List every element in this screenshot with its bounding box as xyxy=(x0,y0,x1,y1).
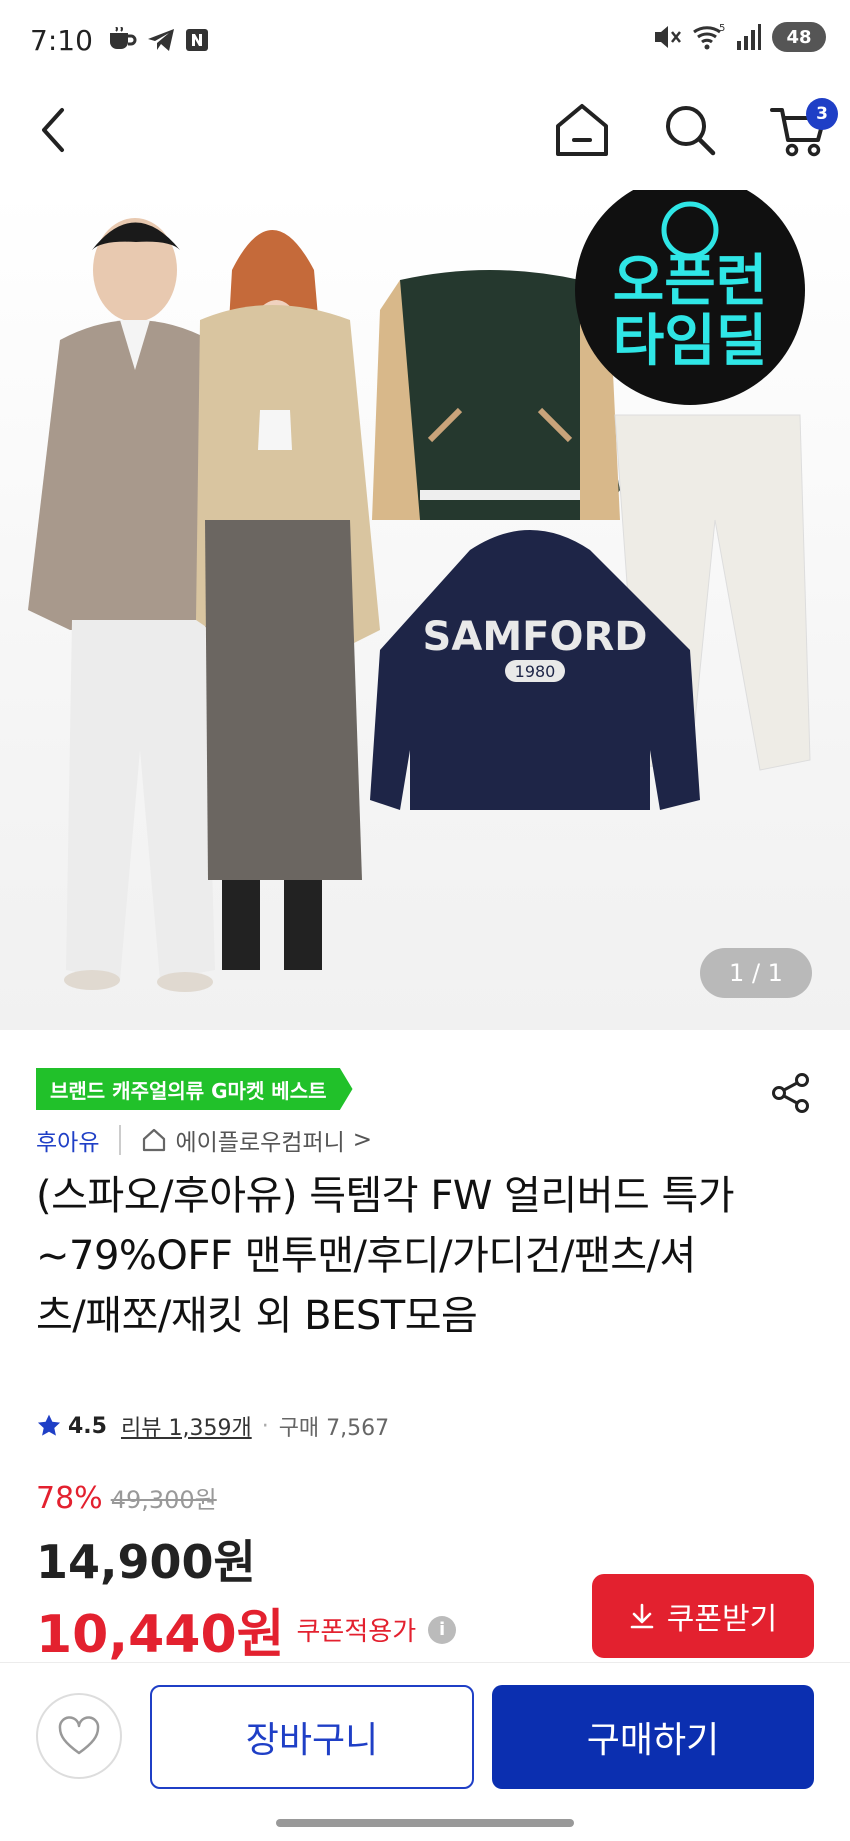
download-icon xyxy=(630,1603,654,1629)
wifi-icon: 5 xyxy=(692,22,726,52)
info-icon[interactable]: i xyxy=(428,1615,457,1644)
hoodie-print-text: SAMFORD xyxy=(423,614,648,660)
home-indicator[interactable] xyxy=(276,1819,574,1827)
chevron-right-icon: > xyxy=(352,1127,373,1153)
home-button[interactable] xyxy=(550,98,614,162)
brand-link[interactable]: 후아유 xyxy=(36,1123,99,1157)
brand-row: 후아유 에이플로우컴퍼니 > xyxy=(36,1120,372,1160)
sale-price: 14,900원 xyxy=(36,1535,256,1589)
battery-indicator: 48 xyxy=(772,22,826,52)
product-title: (스파오/후아유) 득템각 FW 얼리버드 특가 ~79%OFF 맨투맨/후디/… xyxy=(36,1173,735,1339)
share-icon xyxy=(772,1073,809,1113)
wishlist-button[interactable] xyxy=(36,1693,122,1779)
cart-count-badge: 3 xyxy=(806,98,838,130)
product-image[interactable]: 오픈런 타임딜 SAMFORD 1980 1 / 1 xyxy=(0,190,850,1030)
rating-score: 4.5 xyxy=(68,1413,107,1439)
bottom-action-bar: 장바구니 구매하기 xyxy=(0,1662,850,1802)
search-icon xyxy=(666,106,716,156)
home-icon xyxy=(556,104,608,156)
original-price: 49,300원 xyxy=(110,1486,217,1514)
mute-icon xyxy=(652,22,682,52)
telegram-icon xyxy=(147,28,175,52)
brand-divider xyxy=(119,1125,122,1155)
signal-icon xyxy=(736,23,762,51)
status-time: 7:10 xyxy=(30,23,93,57)
status-system-icons: 5 48 xyxy=(652,22,826,52)
status-notification-icons xyxy=(107,27,209,53)
coupon-price: 10,440원 xyxy=(36,1605,285,1665)
image-page-indicator: 1 / 1 xyxy=(700,948,812,998)
top-nav: 3 xyxy=(0,90,850,170)
buy-now-button[interactable]: 구매하기 xyxy=(492,1685,814,1789)
store-name: 에이플로우컴퍼니 xyxy=(175,1130,345,1156)
separator-dot: · xyxy=(261,1413,269,1439)
coupon-price-row: 10,440원 쿠폰적용가 i xyxy=(36,1592,457,1667)
badge-text-line1: 오픈런 xyxy=(613,249,768,314)
status-bar: 7:10 5 48 xyxy=(0,0,850,80)
hoodie-print-year: 1980 xyxy=(515,662,556,681)
coffee-icon xyxy=(107,27,137,53)
search-button[interactable] xyxy=(658,98,722,162)
back-button[interactable] xyxy=(22,98,86,162)
product-photo-illustration: 오픈런 타임딜 SAMFORD 1980 xyxy=(28,190,811,992)
badge-text-line2: 타임딜 xyxy=(613,309,768,374)
rating-row: 4.5 리뷰 1,359개 · 구매 7,567 xyxy=(36,1410,389,1442)
coupon-price-label: 쿠폰적용가 xyxy=(296,1617,417,1647)
review-count-link[interactable]: 리뷰 1,359개 xyxy=(121,1410,252,1442)
back-arrow-icon xyxy=(42,108,64,152)
get-coupon-button[interactable]: 쿠폰받기 xyxy=(592,1574,814,1658)
female-model-figure xyxy=(196,230,380,970)
discount-row: 78% 49,300원 xyxy=(36,1480,217,1516)
heart-icon xyxy=(58,1716,100,1755)
store-link[interactable]: 에이플로우컴퍼니 > xyxy=(141,1123,372,1157)
best-category-tag[interactable]: 브랜드 캐주얼의류 G마켓 베스트 xyxy=(36,1068,353,1110)
add-to-cart-button[interactable]: 장바구니 xyxy=(150,1685,474,1789)
wifi-label: 5 xyxy=(719,23,725,34)
get-coupon-label: 쿠폰받기 xyxy=(666,1602,778,1637)
purchase-count: 구매 7,567 xyxy=(278,1416,390,1441)
share-button[interactable] xyxy=(768,1070,814,1116)
store-home-icon xyxy=(143,1128,166,1152)
discount-rate: 78% xyxy=(36,1481,103,1516)
n-app-icon xyxy=(185,28,209,52)
cart-button[interactable]: 3 xyxy=(762,98,838,162)
star-icon xyxy=(37,1414,61,1436)
